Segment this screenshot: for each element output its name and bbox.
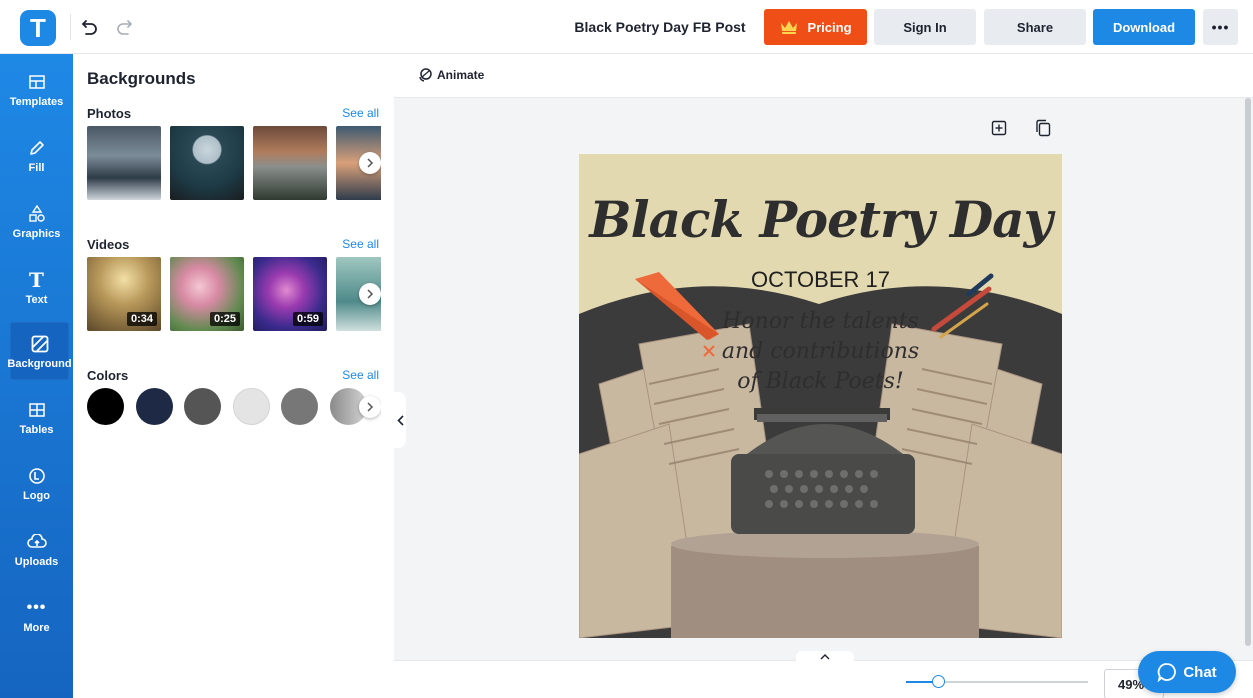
nav-item-tables[interactable]: Tables xyxy=(0,388,73,446)
redo-icon[interactable] xyxy=(114,16,134,38)
color-swatch[interactable] xyxy=(87,388,124,425)
nav-label: Uploads xyxy=(14,555,59,568)
panel-title: Backgrounds xyxy=(87,69,196,88)
chevron-up-icon xyxy=(820,654,830,660)
animate-label: Animate xyxy=(437,68,485,82)
chat-bubble-icon xyxy=(1157,663,1177,682)
color-swatch[interactable] xyxy=(233,388,270,425)
nav-label: Background xyxy=(7,357,72,370)
nav-label: Logo xyxy=(23,489,50,502)
more-icon: ••• xyxy=(26,598,47,616)
workspace: Animate Black Poetry Day OCTOBER 17 Hono… xyxy=(394,54,1253,698)
video-duration: 0:59 xyxy=(292,312,323,326)
nav-item-background[interactable]: Background xyxy=(7,322,72,380)
nav-label: Templates xyxy=(9,95,64,108)
chevron-right-icon xyxy=(367,289,374,299)
backgrounds-panel: Backgrounds Photos See all Videos See al… xyxy=(73,54,394,698)
video-duration: 0:25 xyxy=(209,312,240,326)
video-thumbnail-purple-smoke[interactable]: 0:59 xyxy=(253,257,327,331)
bottom-bar: 49% Chat xyxy=(394,651,1253,698)
nav-label: Graphics xyxy=(12,227,61,240)
nav-item-templates[interactable]: Templates xyxy=(0,60,73,118)
nav-item-logo[interactable]: Logo xyxy=(0,454,73,512)
sign-in-button[interactable]: Sign In xyxy=(874,9,976,45)
videos-see-all-link[interactable]: See all xyxy=(342,237,379,251)
add-page-icon[interactable] xyxy=(988,117,1010,139)
undo-icon[interactable] xyxy=(80,16,100,38)
nav-label: Fill xyxy=(28,161,45,174)
expand-pages-tab[interactable] xyxy=(796,651,854,663)
text-icon: T xyxy=(29,267,44,292)
share-button[interactable]: Share xyxy=(984,9,1086,45)
canvas-tagline-line[interactable]: and contributions xyxy=(579,339,1062,364)
nav-item-more[interactable]: ••• More xyxy=(0,586,73,644)
app-logo[interactable]: T xyxy=(20,10,56,46)
photo-thumbnail-moon-road[interactable] xyxy=(170,126,244,200)
pricing-button[interactable]: Pricing xyxy=(764,9,867,45)
nav-item-fill[interactable]: Fill xyxy=(0,126,73,184)
colors-section-title: Colors xyxy=(87,368,129,383)
videos-row: 0:34 0:25 0:59 xyxy=(87,257,381,331)
video-thumbnail-forest-path[interactable]: 0:34 xyxy=(87,257,161,331)
top-bar: T Black Poetry Day FB Post Pricing Sign … xyxy=(0,0,1253,54)
videos-next-arrow[interactable] xyxy=(359,283,381,305)
canvas-tagline-line[interactable]: of Black Poets! xyxy=(579,369,1062,394)
left-navigation: Templates Fill Graphics T Text Backgroun… xyxy=(0,54,73,698)
photos-see-all-link[interactable]: See all xyxy=(342,106,379,120)
animate-button[interactable]: Animate xyxy=(418,68,484,82)
photo-thumbnail-misty-forest[interactable] xyxy=(253,126,327,200)
photos-section-title: Photos xyxy=(87,106,132,121)
video-duration: 0:34 xyxy=(126,312,157,326)
video-thumbnail-cherry-blossoms[interactable]: 0:25 xyxy=(170,257,244,331)
photos-next-arrow[interactable] xyxy=(359,152,381,174)
photos-row xyxy=(87,126,381,200)
zoom-slider-handle[interactable] xyxy=(932,675,945,688)
animate-toolbar: Animate xyxy=(394,54,1253,98)
canvas-tagline-line[interactable]: Honor the talents xyxy=(579,309,1062,334)
canvas-date-text[interactable]: OCTOBER 17 xyxy=(579,267,1062,293)
nav-item-graphics[interactable]: Graphics xyxy=(0,192,73,250)
design-canvas[interactable]: Black Poetry Day OCTOBER 17 Honor the ta… xyxy=(579,154,1062,638)
nav-label: Tables xyxy=(19,423,54,436)
nav-item-text[interactable]: T Text xyxy=(0,258,73,316)
chevron-right-icon xyxy=(367,158,374,168)
colors-row xyxy=(87,388,381,428)
crown-icon xyxy=(781,21,798,34)
zoom-slider[interactable] xyxy=(906,675,1088,688)
logo-icon xyxy=(26,465,48,487)
graphics-icon xyxy=(26,203,48,225)
more-options-button[interactable]: ••• xyxy=(1203,9,1238,45)
videos-section-title: Videos xyxy=(87,237,130,252)
nav-item-uploads[interactable]: Uploads xyxy=(0,520,73,578)
animate-icon xyxy=(419,68,432,82)
uploads-icon xyxy=(26,531,48,553)
chat-label: Chat xyxy=(1183,663,1217,681)
nav-label: More xyxy=(23,621,50,634)
photo-thumbnail-ocean-waves[interactable] xyxy=(87,126,161,200)
colors-next-arrow[interactable] xyxy=(359,396,381,418)
chevron-left-icon xyxy=(396,414,404,426)
zoom-slider-fill xyxy=(906,681,934,683)
color-swatch[interactable] xyxy=(136,388,173,425)
background-icon xyxy=(29,333,51,355)
colors-see-all-link[interactable]: See all xyxy=(342,368,379,382)
canvas-title-text[interactable]: Black Poetry Day xyxy=(579,190,1062,249)
pricing-label: Pricing xyxy=(807,19,852,35)
nav-label: Text xyxy=(25,293,48,306)
duplicate-page-icon[interactable] xyxy=(1032,117,1054,139)
color-swatch[interactable] xyxy=(281,388,318,425)
document-title[interactable]: Black Poetry Day FB Post xyxy=(560,0,760,54)
topbar-divider xyxy=(70,14,71,40)
chevron-right-icon xyxy=(367,402,374,412)
fill-icon xyxy=(26,137,48,159)
chat-button[interactable]: Chat xyxy=(1138,651,1236,693)
templates-icon xyxy=(26,71,48,93)
download-button[interactable]: Download xyxy=(1093,9,1195,45)
color-swatch[interactable] xyxy=(184,388,221,425)
collapse-panel-tab[interactable] xyxy=(394,392,406,448)
workspace-scrollbar[interactable] xyxy=(1245,98,1251,646)
tables-icon xyxy=(26,399,48,421)
